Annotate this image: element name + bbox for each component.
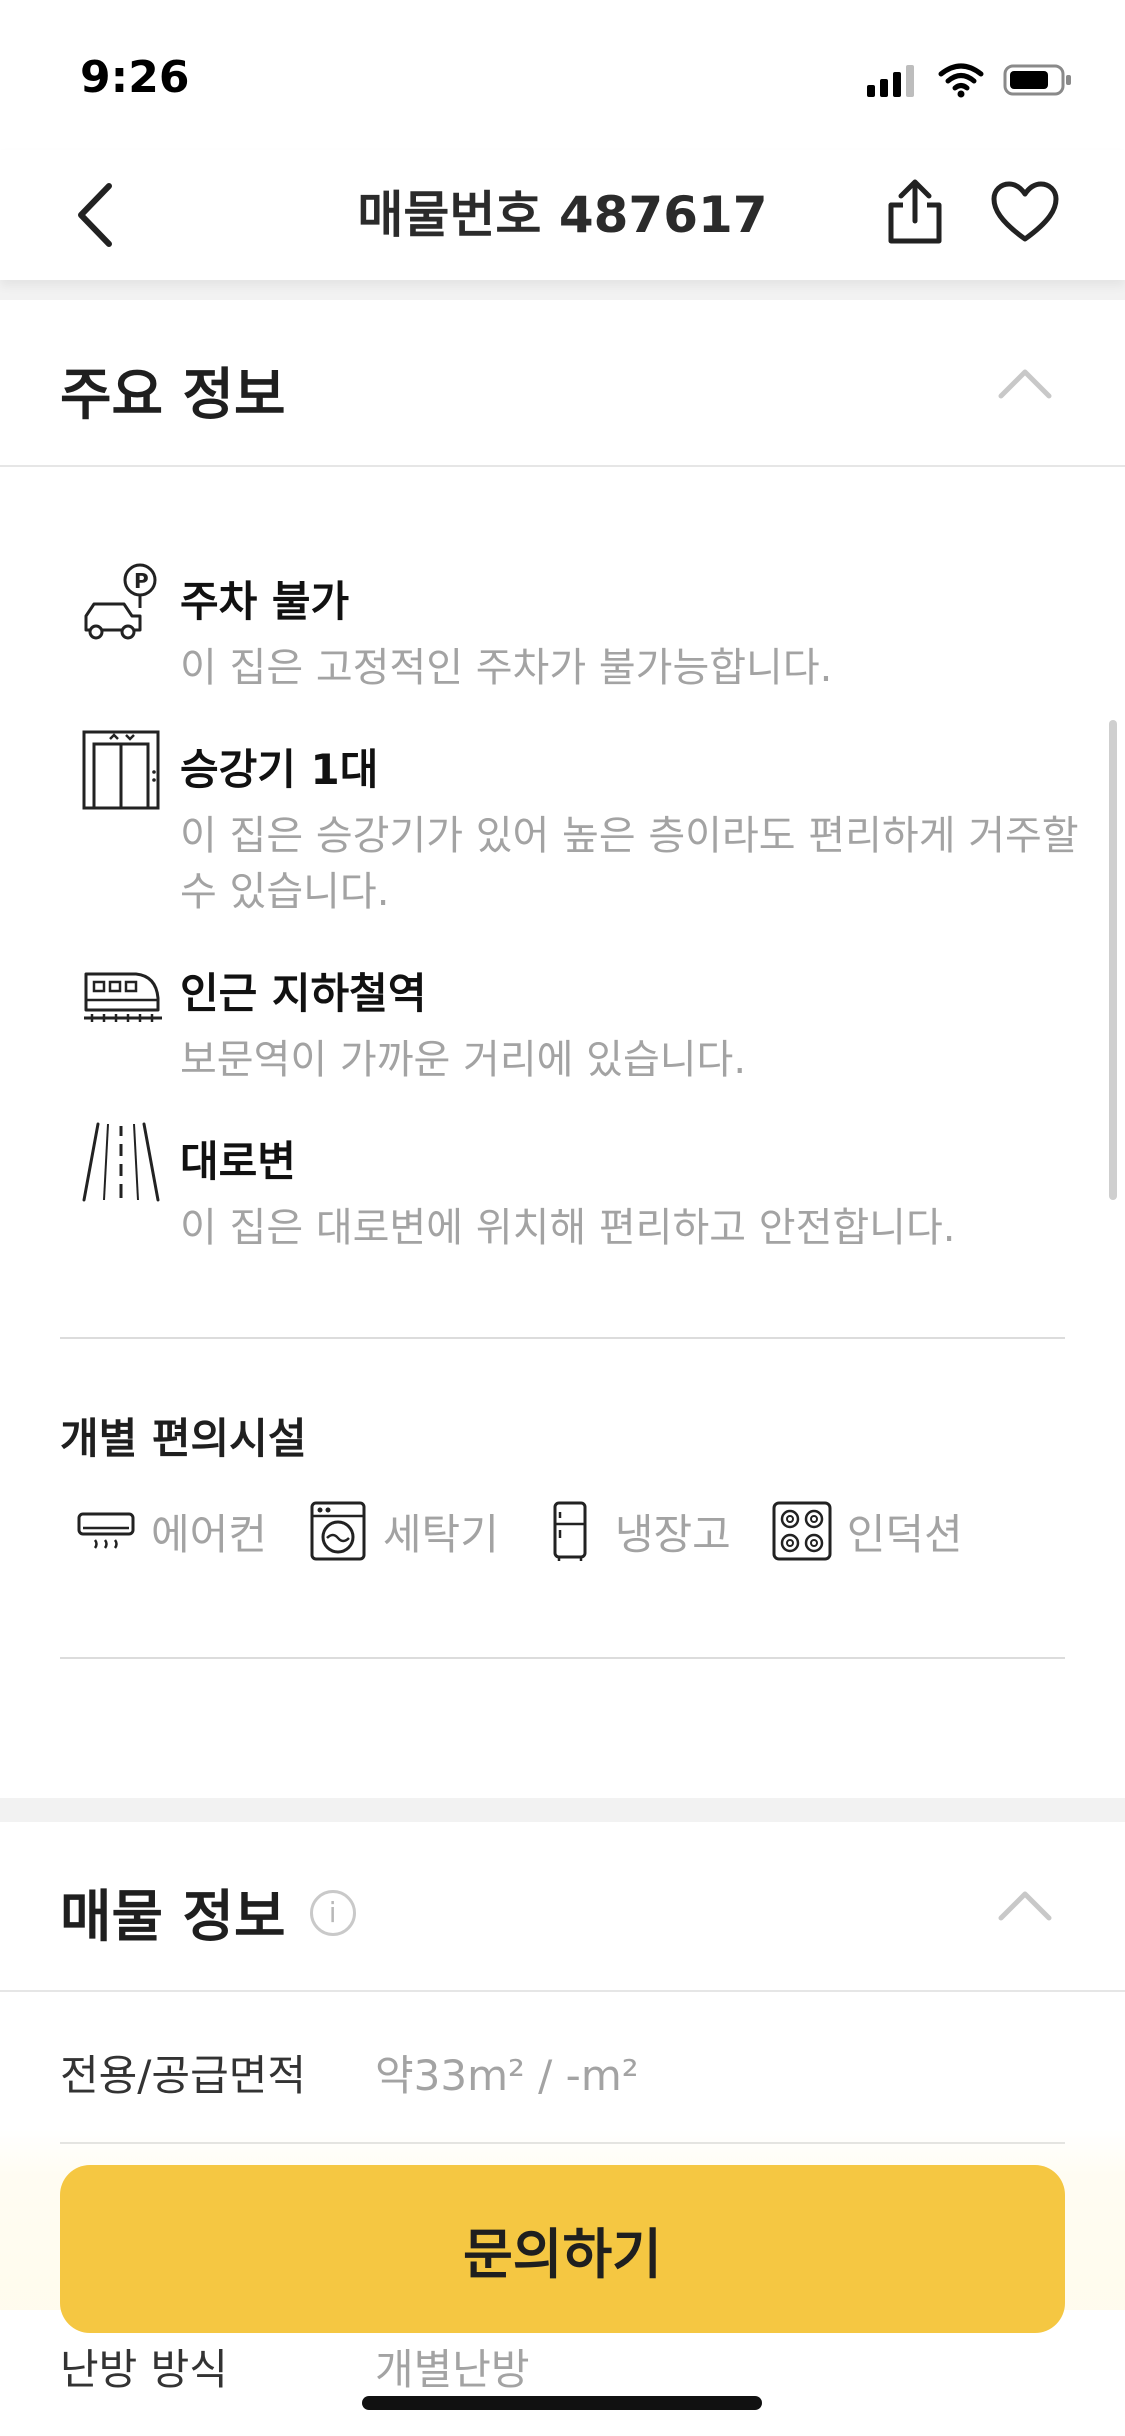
amenity-washing-machine: 세탁기: [307, 1500, 499, 1562]
chevron-up-icon[interactable]: [995, 358, 1055, 408]
feature-item-subway: 인근 지하철역 보문역이 가까운 거리에 있습니다.: [80, 952, 1080, 1102]
air-conditioner-icon: [77, 1512, 135, 1549]
amenity-induction: 인덕션: [771, 1500, 963, 1562]
elevator-icon: [82, 730, 160, 810]
row-label: 전용/공급면적: [60, 2051, 306, 2100]
feature-description: 이 집은 승강기가 있어 높은 층이라도 편리하게 거주할 수 있습니다.: [180, 813, 1079, 915]
induction-icon: [772, 1501, 832, 1561]
info-icon[interactable]: i: [309, 1889, 356, 1936]
listing-info-header[interactable]: 매물 정보 i: [0, 1822, 1125, 1992]
signal-icon: [867, 65, 914, 97]
section-separator: [0, 1798, 1125, 1822]
amenity-label: 에어컨: [151, 1509, 267, 1559]
feature-title: 주차 불가: [180, 577, 350, 626]
status-time: 9:26: [80, 52, 190, 103]
page-title: 매물번호 487617: [357, 186, 768, 244]
row-value: 개별난방: [375, 2345, 530, 2394]
inquiry-button[interactable]: 문의하기: [60, 2165, 1065, 2333]
share-button[interactable]: [875, 172, 955, 252]
amenity-air-conditioner: 에어컨: [75, 1500, 267, 1562]
feature-item-elevator: 승강기 1대 이 집은 승강기가 있어 높은 층이라도 편리하게 거주할 수 있…: [80, 728, 1080, 928]
status-bar: 9:26: [0, 0, 1125, 150]
road-icon: [82, 1122, 160, 1202]
washing-machine-icon: [310, 1501, 366, 1561]
amenity-label: 세탁기: [382, 1509, 499, 1559]
wifi-icon: [938, 63, 984, 98]
feature-title: 인근 지하철역: [180, 969, 427, 1018]
feature-description: 이 집은 고정적인 주차가 불가능합니다.: [180, 645, 833, 691]
feature-description: 이 집은 대로변에 위치해 편리하고 안전합니다.: [180, 1205, 956, 1251]
divider: [60, 1337, 1065, 1339]
feature-item-road: 대로변 이 집은 대로변에 위치해 편리하고 안전합니다.: [80, 1120, 1080, 1270]
feature-description: 보문역이 가까운 거리에 있습니다.: [180, 1037, 747, 1083]
amenity-label: 인덕션: [846, 1509, 963, 1559]
scrollbar[interactable]: [1109, 720, 1117, 1200]
divider: [60, 1657, 1065, 1659]
main-info-header[interactable]: 주요 정보: [0, 300, 1125, 467]
row-label: 난방 방식: [60, 2345, 228, 2394]
row-value: 약33m² / -m²: [375, 2051, 639, 2100]
feature-title: 승강기 1대: [180, 745, 379, 794]
section-separator: [0, 280, 1125, 300]
info-row-area: 전용/공급면적 약33m² / -m²: [60, 1992, 1065, 2144]
amenities-title: 개별 편의시설: [60, 1414, 307, 1463]
heart-icon: [991, 181, 1059, 242]
listing-info-title: 매물 정보 i: [60, 1872, 356, 1953]
svg-text:P: P: [134, 569, 149, 593]
share-icon: [888, 179, 942, 244]
feature-item-parking: P 주차 불가 이 집은 고정적인 주차가 불가능합니다.: [80, 560, 1080, 710]
chevron-up-icon[interactable]: [995, 1880, 1055, 1930]
status-icons: [867, 60, 1073, 100]
parking-icon: P: [84, 563, 157, 640]
amenities-list: 에어컨 세탁기 냉장고 인덕션: [75, 1500, 963, 1562]
amenity-refrigerator: 냉장고: [539, 1500, 731, 1562]
favorite-button[interactable]: [985, 172, 1065, 252]
subway-icon: [84, 972, 162, 1022]
amenity-label: 냉장고: [614, 1509, 731, 1559]
nav-bar: 매물번호 487617: [0, 150, 1125, 280]
refrigerator-icon: [553, 1501, 587, 1561]
home-indicator: [362, 2396, 762, 2410]
main-info-title: 주요 정보: [60, 363, 286, 428]
feature-title: 대로변: [180, 1137, 296, 1186]
battery-icon: [1003, 64, 1071, 96]
